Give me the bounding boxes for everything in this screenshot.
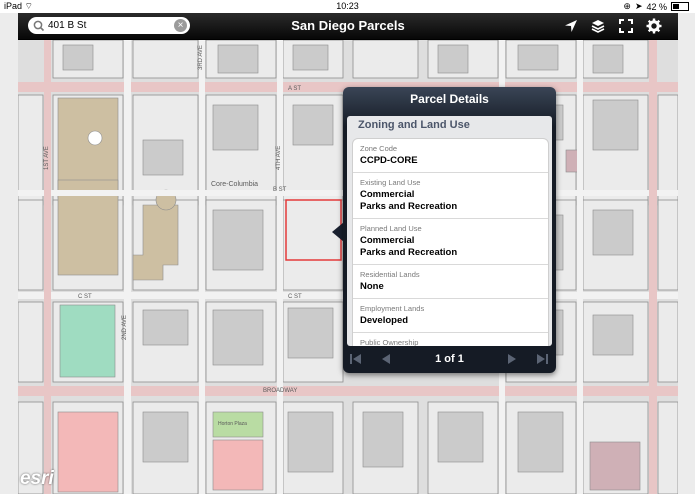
status-time: 10:23 [336, 1, 359, 11]
field-value: Developed [360, 315, 409, 326]
svg-text:BROADWAY: BROADWAY [263, 388, 297, 394]
field-planned-land-use: Planned Land Use Commercial Parks and Re… [353, 219, 548, 265]
battery-icon [671, 2, 689, 11]
search-bar[interactable]: × [28, 17, 190, 34]
svg-text:B ST: B ST [273, 187, 287, 193]
field-label: Public Ownership [360, 338, 419, 346]
svg-text:Core-Columbia: Core-Columbia [211, 181, 258, 188]
field-value-2: Parks and Recreation [360, 201, 458, 212]
svg-text:4TH AVE: 4TH AVE [276, 146, 282, 170]
clear-search-icon[interactable]: × [174, 19, 187, 32]
field-label: Zone Code [360, 144, 398, 153]
field-label: Employment Lands [360, 304, 425, 313]
field-label: Residential Lands [360, 270, 420, 279]
layers-icon[interactable] [590, 18, 606, 34]
fullscreen-icon[interactable] [618, 18, 634, 34]
status-bar: iPad ⌔ 10:23 ⊕ ➤ 42 % [0, 0, 695, 13]
section-header: Zoning and Land Use [358, 119, 470, 131]
last-page-icon[interactable] [535, 353, 549, 365]
popup-body[interactable]: Zoning and Land Use Zone Code CCPD-CORE … [347, 116, 552, 346]
svg-text:2ND AVE: 2ND AVE [122, 315, 128, 340]
svg-text:C ST: C ST [288, 294, 302, 300]
field-value: Commercial [360, 189, 415, 200]
search-input[interactable] [46, 20, 168, 31]
field-public-ownership: Public Ownership [353, 333, 548, 346]
popup-title: Parcel Details [410, 92, 489, 106]
field-employment-lands: Employment Lands Developed [353, 299, 548, 333]
field-label: Planned Land Use [360, 224, 422, 233]
field-value: Commercial [360, 235, 415, 246]
status-right: ⊕ ➤ 42 % [623, 1, 689, 12]
locate-icon[interactable] [563, 18, 579, 34]
next-page-icon[interactable] [505, 353, 519, 365]
pager: 1 of 1 [343, 346, 556, 373]
field-list: Zone Code CCPD-CORE Existing Land Use Co… [352, 138, 549, 346]
field-zone-code: Zone Code CCPD-CORE [353, 139, 548, 173]
field-label: Existing Land Use [360, 178, 421, 187]
field-value: None [360, 281, 384, 292]
search-icon [33, 20, 45, 31]
svg-text:Horton Plaza: Horton Plaza [218, 421, 247, 427]
lock-rotation-icon: ⊕ [623, 1, 631, 11]
svg-text:A ST: A ST [288, 86, 301, 92]
settings-gear-icon[interactable] [646, 18, 662, 34]
battery-percent: 42 % [646, 1, 667, 12]
parcel-details-popup: Parcel Details Zoning and Land Use Zone … [343, 87, 556, 373]
svg-text:1ST AVE: 1ST AVE [44, 146, 50, 170]
navigation-bar: × San Diego Parcels [18, 13, 678, 40]
field-value: CCPD-CORE [360, 155, 418, 166]
field-value-2: Parks and Recreation [360, 247, 458, 258]
page-counter: 1 of 1 [435, 353, 464, 365]
location-arrow-icon: ➤ [634, 1, 643, 11]
esri-logo: esri [20, 468, 54, 489]
svg-text:C ST: C ST [78, 294, 92, 300]
field-residential-lands: Residential Lands None [353, 265, 548, 299]
field-existing-land-use: Existing Land Use Commercial Parks and R… [353, 173, 548, 219]
svg-text:3RD AVE: 3RD AVE [198, 45, 204, 70]
